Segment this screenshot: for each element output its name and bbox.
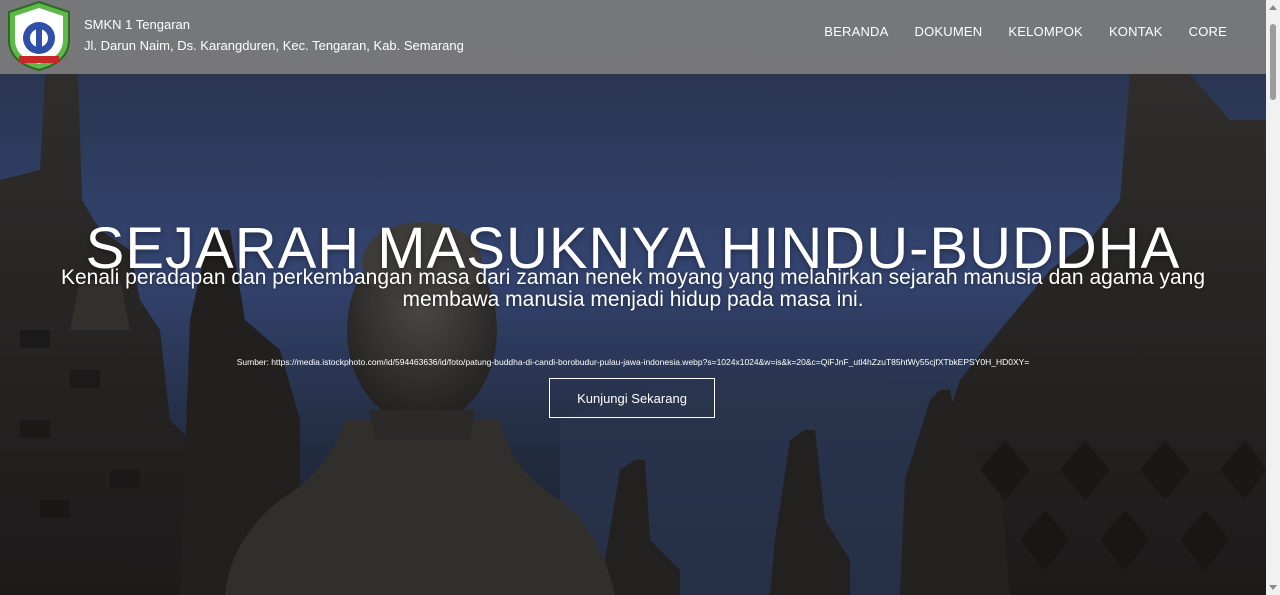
image-source-credit: Sumber: https://media.istockphoto.com/id… [236, 357, 1030, 367]
nav-item-beranda[interactable]: BERANDA [811, 24, 901, 39]
school-address: Jl. Darun Naim, Ds. Karangduren, Kec. Te… [84, 38, 464, 53]
school-logo[interactable] [5, 0, 73, 72]
page-scrollbar[interactable] [1266, 0, 1280, 595]
scroll-up-arrow-icon[interactable] [1269, 5, 1277, 10]
smk-negeri-emblem-icon [8, 0, 70, 72]
nav-item-core[interactable]: CORE [1176, 24, 1240, 39]
nav-item-kontak[interactable]: KONTAK [1096, 24, 1176, 39]
nav-item-dokumen[interactable]: DOKUMEN [902, 24, 996, 39]
scroll-thumb[interactable] [1270, 24, 1276, 100]
hero-subtitle: Kenali peradapan dan perkembangan masa d… [60, 266, 1206, 311]
visit-now-button[interactable]: Kunjungi Sekarang [549, 378, 715, 418]
scroll-down-arrow-icon[interactable] [1269, 585, 1277, 590]
nav-item-kelompok[interactable]: KELOMPOK [995, 24, 1096, 39]
top-navbar: SMKN 1 Tengaran Jl. Darun Naim, Ds. Kara… [0, 0, 1266, 74]
school-name: SMKN 1 Tengaran [84, 17, 190, 32]
nav-menu: BERANDA DOKUMEN KELOMPOK KONTAK CORE [811, 24, 1240, 39]
